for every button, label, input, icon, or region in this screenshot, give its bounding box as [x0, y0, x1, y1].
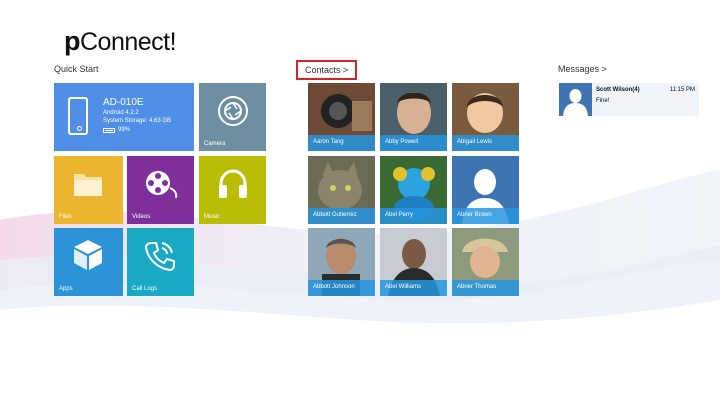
- camera-tile[interactable]: Camera: [199, 83, 266, 151]
- contact-name: Aaron Tang: [313, 139, 344, 145]
- contact-name: Abner Brown: [457, 212, 492, 218]
- contact-tile[interactable]: Abby Powell: [380, 83, 447, 151]
- contact-tile[interactable]: Abbott Johnson: [308, 228, 375, 296]
- contact-tile[interactable]: Abner Thomas: [452, 228, 519, 296]
- contact-tile[interactable]: Abel Perry: [380, 156, 447, 224]
- contact-tile[interactable]: Abbott Gutierrez: [308, 156, 375, 224]
- music-tile[interactable]: Music: [199, 156, 266, 224]
- camera-label: Camera: [204, 141, 226, 147]
- contact-name: Abel Williams: [385, 284, 422, 290]
- call-logs-label: Call Logs: [132, 286, 158, 292]
- headphones-icon: [219, 169, 247, 198]
- contact-tile[interactable]: Abigail Lewis: [452, 83, 519, 151]
- contact-name: Abel Perry: [385, 212, 414, 218]
- apps-tile[interactable]: Apps: [54, 228, 123, 296]
- device-storage: System Storage: 4.63 GB: [103, 118, 172, 124]
- files-tile[interactable]: Files: [54, 156, 123, 224]
- quick-start-title: Quick Start: [54, 64, 99, 74]
- box-icon: [74, 240, 102, 270]
- contact-tile[interactable]: Aaron Tang: [308, 83, 375, 151]
- device-os: Android 4.2.2: [103, 110, 139, 116]
- battery-icon: [103, 128, 115, 133]
- device-name: AD-010E: [103, 97, 144, 108]
- contact-tile[interactable]: Abner Brown: [452, 156, 519, 224]
- battery-level: 99%: [118, 127, 131, 133]
- music-label: Music: [204, 214, 220, 220]
- message-time: 11:15 PM: [669, 87, 695, 93]
- message-item[interactable]: Scott Wilson(4) 11:15 PM Fine!: [559, 83, 699, 116]
- phone-icon: [68, 97, 88, 135]
- contact-name: Abby Powell: [385, 139, 419, 145]
- contact-name: Abbott Gutierrez: [313, 212, 357, 218]
- files-label: Files: [59, 214, 72, 220]
- messages-title-link[interactable]: Messages >: [558, 64, 607, 74]
- default-avatar-icon: [559, 83, 592, 116]
- contacts-title-link[interactable]: Contacts >: [296, 60, 358, 80]
- videos-tile[interactable]: Videos: [127, 156, 194, 224]
- contact-tile[interactable]: Abel Williams: [380, 228, 447, 296]
- film-reel-icon: [146, 171, 178, 199]
- device-tile[interactable]: AD-010E Android 4.2.2 System Storage: 4.…: [54, 83, 194, 151]
- camera-icon: [218, 96, 248, 126]
- folder-icon: [74, 174, 102, 196]
- contact-name: Abigail Lewis: [457, 139, 493, 145]
- call-logs-tile[interactable]: Call Logs: [127, 228, 194, 296]
- contact-name: Abbott Johnson: [313, 284, 355, 290]
- contact-name: Abner Thomas: [457, 284, 497, 290]
- message-sender: Scott Wilson(4): [596, 87, 640, 93]
- apps-label: Apps: [59, 286, 73, 292]
- videos-label: Videos: [132, 214, 151, 220]
- phone-call-icon: [144, 242, 175, 272]
- app-logo: pConnect!: [64, 26, 177, 56]
- message-body: Fine!: [596, 98, 610, 104]
